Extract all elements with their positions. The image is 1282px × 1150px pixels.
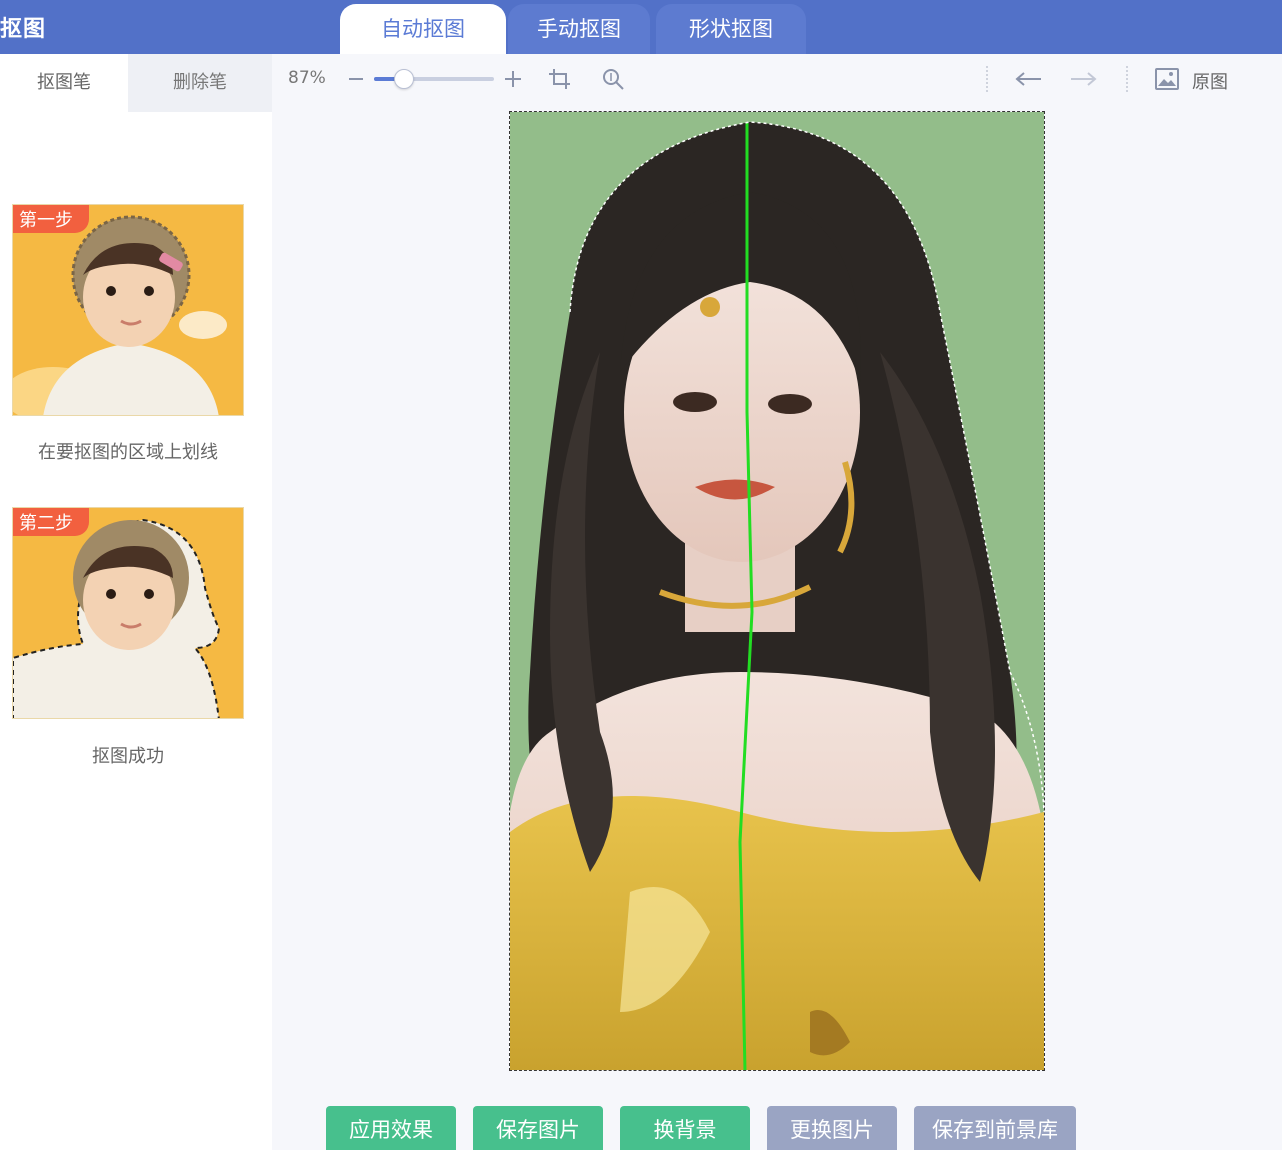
- apply-effect-button[interactable]: 应用效果: [326, 1106, 456, 1150]
- tab-auto-cutout[interactable]: 自动抠图: [340, 4, 506, 54]
- zoom-percentage: 87%: [288, 68, 326, 88]
- zoom-slider[interactable]: [374, 69, 494, 89]
- toolbar-divider: [986, 66, 988, 92]
- step-two-example-image: 第二步: [12, 507, 244, 719]
- crop-icon: [549, 69, 570, 89]
- crop-button[interactable]: [544, 64, 576, 94]
- step-one-example-image: 第一步: [12, 204, 244, 416]
- save-image-button[interactable]: 保存图片: [473, 1106, 603, 1150]
- plus-icon: [505, 71, 521, 87]
- image-icon: [1155, 68, 1179, 90]
- step-two-badge: 第二步: [13, 508, 89, 536]
- tab-manual-cutout[interactable]: 手动抠图: [508, 4, 650, 54]
- baby-illustration: [13, 215, 227, 415]
- redo-button[interactable]: [1068, 64, 1100, 94]
- minus-icon: [349, 78, 363, 80]
- app-header: 抠图 自动抠图 手动抠图 形状抠图: [0, 0, 1282, 54]
- tab-cutout-pen[interactable]: 抠图笔: [0, 54, 128, 112]
- zoom-out-button[interactable]: [340, 64, 372, 94]
- app-title: 抠图: [0, 17, 47, 42]
- left-panel: 抠图笔 删除笔 第一步 在要抠图的区域上划线 第二步 抠图成功: [0, 54, 272, 1150]
- editing-canvas[interactable]: [509, 111, 1045, 1071]
- toolbar-divider: [1126, 66, 1128, 92]
- step-two-caption: 抠图成功: [92, 746, 164, 767]
- change-background-button[interactable]: 换背景: [620, 1106, 750, 1150]
- tab-delete-pen[interactable]: 删除笔: [128, 54, 272, 112]
- editor-toolbar: 87% 原图: [272, 54, 1282, 104]
- save-to-foreground-library-button[interactable]: 保存到前景库: [914, 1106, 1076, 1150]
- zoom-slider-handle[interactable]: [394, 69, 414, 89]
- step-one-caption: 在要抠图的区域上划线: [38, 442, 218, 463]
- arrow-right-icon: [1071, 72, 1097, 86]
- view-original-button[interactable]: [1151, 64, 1183, 94]
- zoom-fit-button[interactable]: [597, 64, 629, 94]
- view-original-label[interactable]: 原图: [1192, 68, 1228, 94]
- magnifier-icon: [603, 69, 624, 90]
- portrait-photo: [510, 112, 1044, 1070]
- arrow-left-icon: [1015, 72, 1041, 86]
- step-one-badge: 第一步: [13, 205, 89, 233]
- replace-image-button[interactable]: 更换图片: [767, 1106, 897, 1150]
- undo-button[interactable]: [1012, 64, 1044, 94]
- baby-cutout-illustration: [13, 518, 221, 718]
- tab-shape-cutout[interactable]: 形状抠图: [656, 4, 806, 54]
- zoom-in-button[interactable]: [497, 64, 529, 94]
